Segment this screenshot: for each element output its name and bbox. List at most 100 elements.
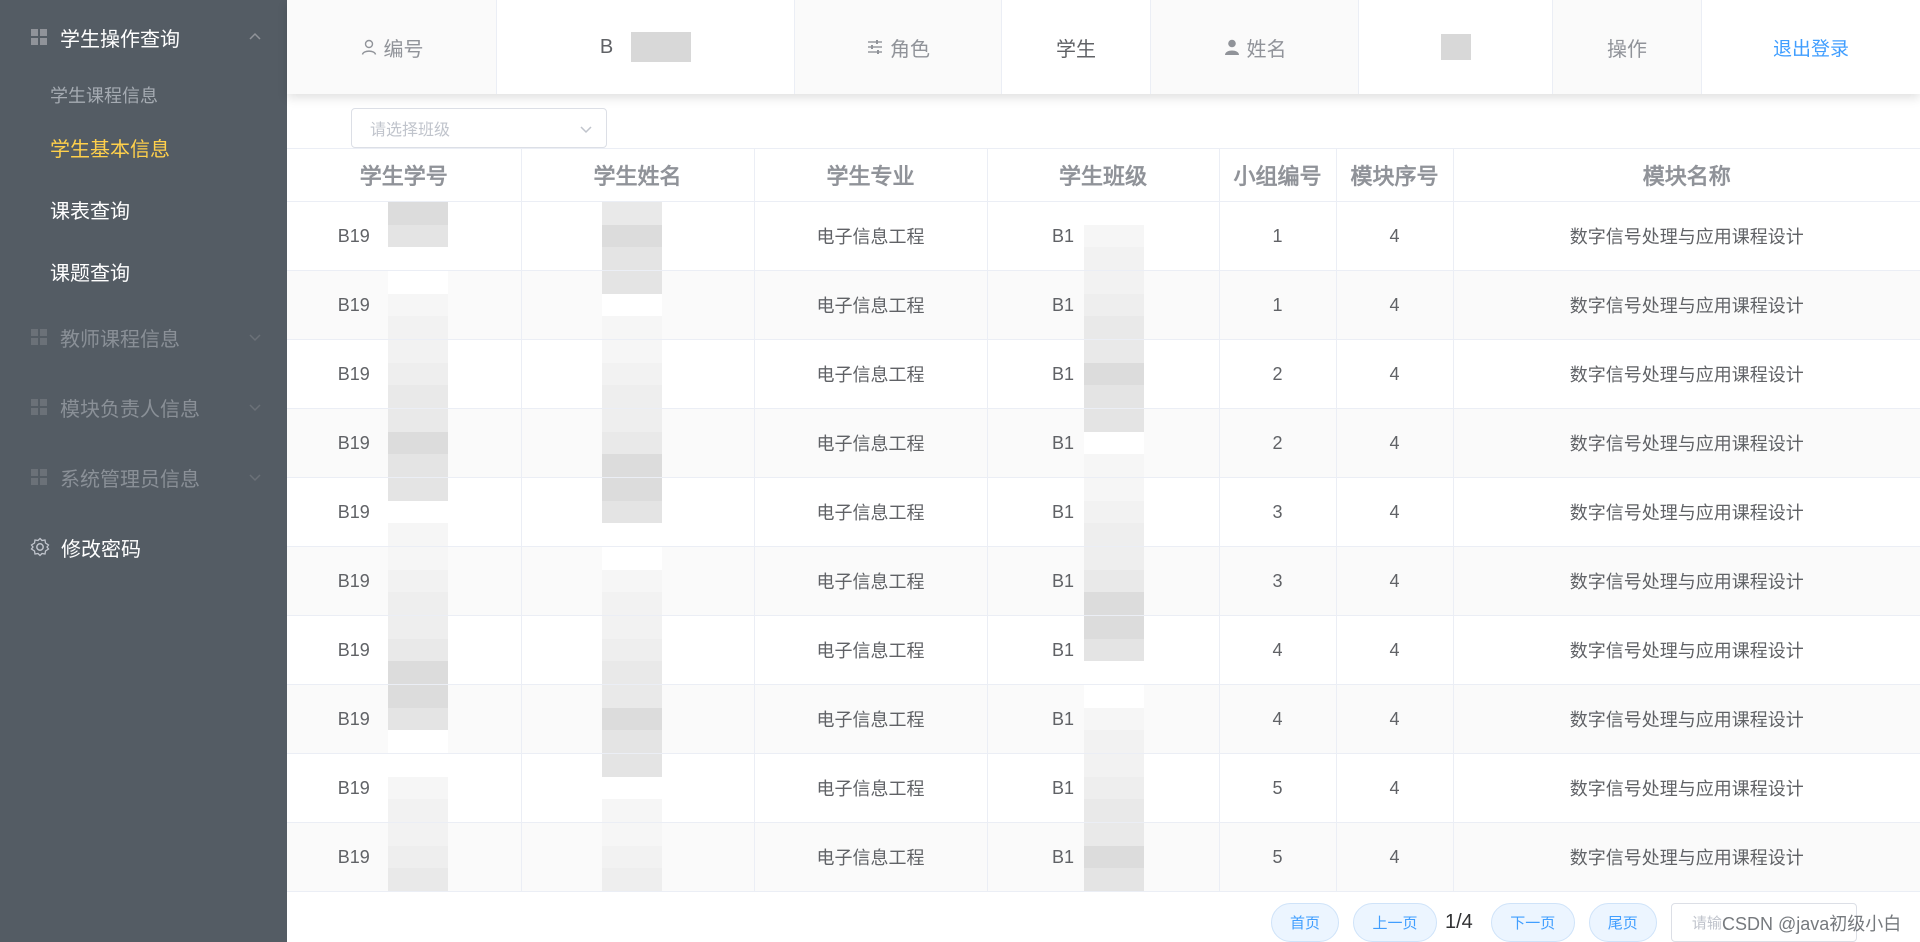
column-header[interactable]: 学生班级 [987, 148, 1220, 202]
sidebar-item-label: 课题查询 [50, 262, 130, 285]
table-row[interactable]: B19 电子信息工程 B1 3 4 数字信号处理与应用课程设计 [287, 477, 1920, 547]
role-value-cell: 学生 [1002, 0, 1151, 94]
menu-group-admin-label: 系统管理员信息 [60, 468, 200, 491]
cell-text: 4 [1389, 501, 1400, 522]
table-row[interactable]: B19 电子信息工程 B1 2 4 数字信号处理与应用课程设计 [287, 339, 1920, 409]
sidebar-item-course-info[interactable]: 学生课程信息 [0, 74, 287, 116]
cell-text: 4 [1389, 294, 1400, 315]
redacted-block [388, 754, 448, 822]
cell-text: 4 [1272, 639, 1283, 660]
table-row[interactable]: B19 电子信息工程 B1 5 4 数字信号处理与应用课程设计 [287, 753, 1920, 823]
redacted-block [1083, 409, 1144, 477]
table-cell: B1 [987, 339, 1220, 409]
menu-group-student[interactable]: 学生操作查询 [0, 0, 287, 74]
table-cell: B1 [987, 615, 1220, 685]
chevron-up-icon [249, 32, 261, 40]
cell-text: 数字信号处理与应用课程设计 [1569, 365, 1804, 385]
role-value: 学生 [1056, 38, 1096, 61]
logout-link[interactable]: 退出登录 [1773, 34, 1849, 61]
column-header[interactable]: 学生姓名 [521, 148, 755, 202]
redacted-block [388, 685, 448, 753]
table-row[interactable]: B19 电子信息工程 B1 4 4 数字信号处理与应用课程设计 [287, 684, 1920, 754]
prev-page-button[interactable]: 上一页 [1353, 903, 1437, 942]
cell-text: 数字信号处理与应用课程设计 [1569, 296, 1804, 316]
redacted-block [1083, 754, 1144, 822]
cell-text: 4 [1389, 432, 1400, 453]
redacted-block [388, 547, 448, 615]
sidebar-item-schedule[interactable]: 课表查询 [0, 178, 287, 240]
grid-icon [31, 29, 47, 45]
menu-group-admin[interactable]: 系统管理员信息 [0, 442, 287, 512]
first-page-button[interactable]: 首页 [1271, 903, 1339, 942]
table-cell: 电子信息工程 [754, 546, 988, 616]
table-cell: 4 [1336, 753, 1454, 823]
class-select[interactable]: 请选择班级 [351, 108, 607, 148]
next-page-button[interactable]: 下一页 [1490, 903, 1575, 942]
menu-group-module-lead[interactable]: 模块负责人信息 [0, 372, 287, 442]
table-cell [521, 339, 755, 409]
table-row[interactable]: B19 电子信息工程 B1 4 4 数字信号处理与应用课程设计 [287, 615, 1920, 685]
sidebar-item-basic-info[interactable]: 学生基本信息 [0, 116, 287, 178]
cell-text: 电子信息工程 [816, 848, 925, 868]
redacted-block [601, 478, 662, 546]
last-page-button[interactable]: 尾页 [1588, 903, 1657, 942]
redacted-block [601, 547, 662, 615]
sidebar-item-change-password[interactable]: 修改密码 [0, 512, 287, 582]
table-cell: 4 [1336, 615, 1454, 685]
table-row[interactable]: B19 电子信息工程 B1 5 4 数字信号处理与应用课程设计 [287, 822, 1920, 892]
table-cell: 5 [1219, 753, 1337, 823]
table-cell [521, 201, 755, 271]
table-cell: 4 [1336, 477, 1454, 547]
chevron-down-icon [249, 474, 261, 482]
table-cell: B19 [287, 684, 522, 754]
column-header[interactable]: 学生学号 [287, 148, 522, 202]
chevron-down-icon [249, 404, 261, 412]
cell-text: 数字信号处理与应用课程设计 [1569, 227, 1804, 247]
table-cell: 4 [1336, 201, 1454, 271]
table-cell: 电子信息工程 [754, 753, 988, 823]
menu-group-teacher[interactable]: 教师课程信息 [0, 302, 287, 372]
table-cell: 电子信息工程 [754, 684, 988, 754]
cell-text: 4 [1389, 225, 1400, 246]
redacted-block [1083, 685, 1144, 753]
redacted-block [388, 340, 448, 408]
table-cell: 电子信息工程 [754, 822, 988, 892]
table-cell: 1 [1219, 201, 1337, 271]
person-icon [1224, 39, 1239, 55]
table-row[interactable]: B19 电子信息工程 B1 1 4 数字信号处理与应用课程设计 [287, 270, 1920, 340]
column-header[interactable]: 模块名称 [1453, 148, 1920, 202]
table-cell: 2 [1219, 339, 1337, 409]
role-label-cell: 角色 [795, 0, 1002, 94]
table-cell: 电子信息工程 [754, 201, 988, 271]
action-label: 操作 [1607, 38, 1647, 61]
table-cell [521, 408, 755, 478]
table-cell: 4 [1219, 684, 1337, 754]
column-header[interactable]: 模块序号 [1336, 148, 1454, 202]
table-cell: 数字信号处理与应用课程设计 [1453, 270, 1920, 340]
table-cell: 电子信息工程 [754, 408, 988, 478]
cell-text: B1 [1051, 501, 1075, 522]
sidebar-item-topic[interactable]: 课题查询 [0, 240, 287, 302]
menu-group-module-lead-label: 模块负责人信息 [60, 398, 200, 421]
redacted-block [631, 32, 692, 62]
table-cell: 数字信号处理与应用课程设计 [1453, 684, 1920, 754]
table-cell: 数字信号处理与应用课程设计 [1453, 753, 1920, 823]
table-row[interactable]: B19 电子信息工程 B1 1 4 数字信号处理与应用课程设计 [287, 201, 1920, 271]
table-cell: 电子信息工程 [754, 339, 988, 409]
table-cell: B19 [287, 477, 522, 547]
column-header[interactable]: 学生专业 [754, 148, 988, 202]
cell-text: 5 [1272, 846, 1283, 867]
redacted-block [601, 685, 662, 753]
column-header[interactable]: 小组编号 [1219, 148, 1337, 202]
watermark: CSDN @java初级小白 [1722, 914, 1902, 934]
table-cell: 数字信号处理与应用课程设计 [1453, 822, 1920, 892]
action-label-cell: 操作 [1553, 0, 1702, 94]
cell-text: 电子信息工程 [816, 365, 925, 385]
student-table: 学生学号 学生姓名 学生专业 学生班级 小组编号 模块序号 模块名称 B19 电子… [287, 148, 1920, 892]
table-cell: B19 [287, 822, 522, 892]
cell-text: 数字信号处理与应用课程设计 [1569, 848, 1804, 868]
menu-group-student-label: 学生操作查询 [60, 28, 180, 51]
table-row[interactable]: B19 电子信息工程 B1 3 4 数字信号处理与应用课程设计 [287, 546, 1920, 616]
table-row[interactable]: B19 电子信息工程 B1 2 4 数字信号处理与应用课程设计 [287, 408, 1920, 478]
redacted-block [1083, 547, 1144, 615]
